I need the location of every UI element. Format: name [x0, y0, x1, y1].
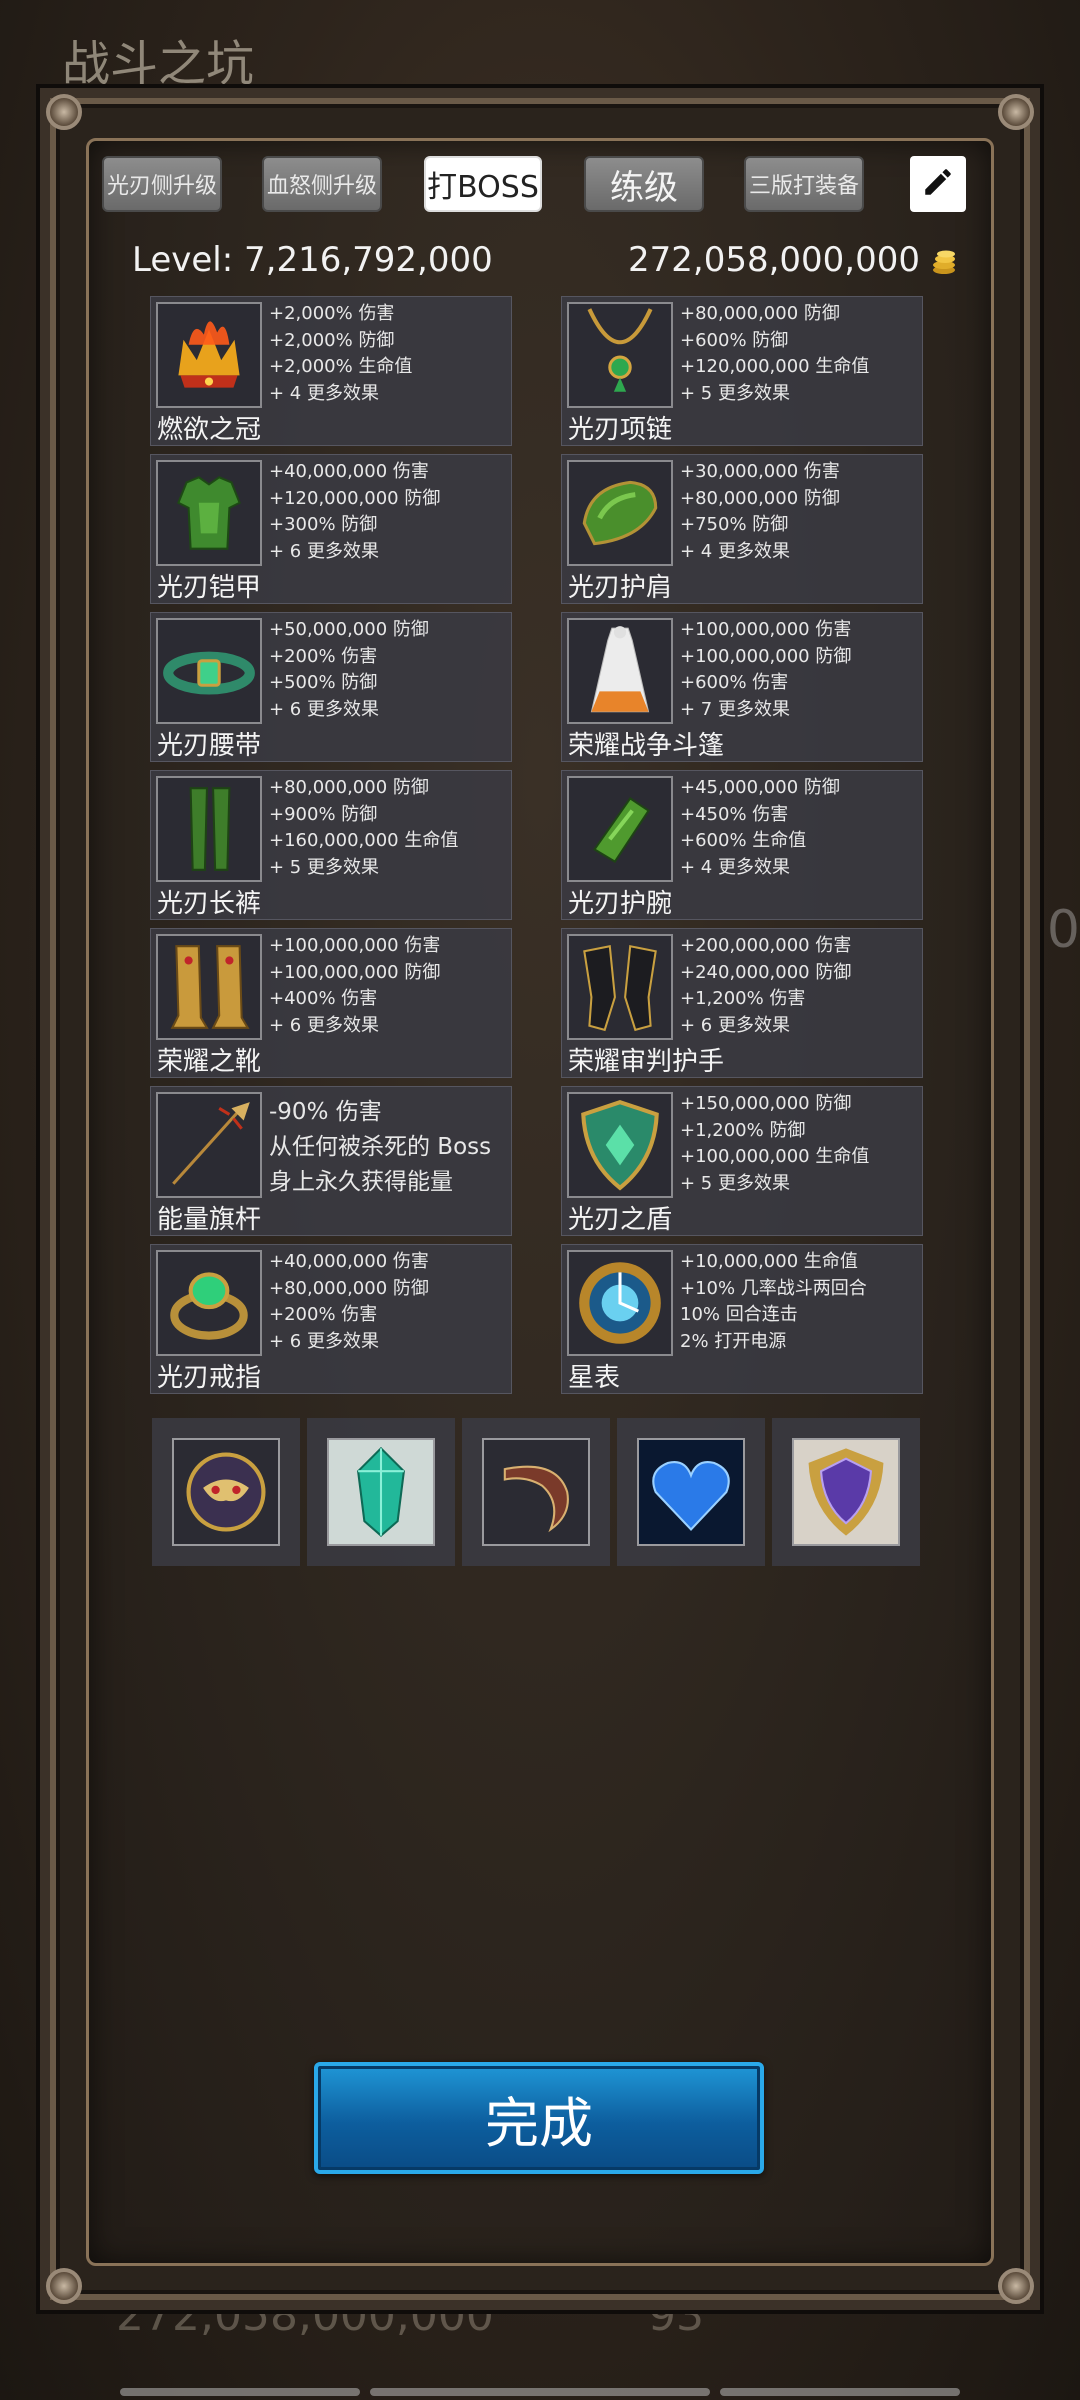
equipment-slot[interactable]: +100,000,000 伤害 +100,000,000 防御 +400% 伤害 +…: [150, 928, 512, 1078]
star-watch-icon: [567, 1250, 673, 1356]
item-stats: +30,000,000 伤害 +80,000,000 防御 +750% 防御 + 4…: [680, 461, 840, 562]
equipment-slot[interactable]: +2,000% 伤害 +2,000% 防御 +2,000% 生命值 + 4 更多效果…: [150, 296, 512, 446]
tab-blade-side-upgrade[interactable]: 光刃侧升级: [102, 156, 222, 212]
equipment-slot[interactable]: +100,000,000 伤害 +100,000,000 防御 +600% 伤害 +…: [561, 612, 923, 762]
equipment-slot[interactable]: +45,000,000 防御 +450% 伤害 +600% 生命值 + 4 更多效果…: [561, 770, 923, 920]
accessory-slot[interactable]: [617, 1418, 765, 1566]
accessory-slot[interactable]: [152, 1418, 300, 1566]
horn-icon: [482, 1438, 590, 1546]
background-title: 战斗之坑: [62, 36, 255, 92]
green-pauldron-icon: [567, 460, 673, 566]
equipment-slot[interactable]: +10,000,000 生命值 +10% 几率战斗两回合 10% 回合连击 2% 打…: [561, 1244, 923, 1394]
item-stats: +10,000,000 生命值 +10% 几率战斗两回合 10% 回合连击 2% 打…: [680, 1251, 867, 1352]
scroll-indicator: [370, 2388, 710, 2396]
tab-leveling[interactable]: 练级: [584, 156, 704, 212]
emerald-shield-icon: [567, 1092, 673, 1198]
green-armor-icon: [156, 460, 262, 566]
item-name: 光刃长裤: [157, 889, 262, 919]
purple-gem-shield-icon: [792, 1438, 900, 1546]
emerald-belt-icon: [156, 618, 262, 724]
tab-rage-side-upgrade[interactable]: 血怒侧升级: [262, 156, 382, 212]
item-stats: +45,000,000 防御 +450% 伤害 +600% 生命值 + 4 更多效果: [680, 777, 840, 878]
item-name: 光刃之盾: [568, 1205, 673, 1235]
item-name: 燃欲之冠: [157, 415, 262, 445]
gold-amount: 272,058,000,000: [627, 240, 920, 280]
item-name: 能量旗杆: [157, 1205, 262, 1235]
item-name: 星表: [568, 1363, 621, 1393]
mask-medallion-icon: [172, 1438, 280, 1546]
item-stats: +80,000,000 防御 +900% 防御 +160,000,000 生命值 +…: [269, 777, 459, 878]
equipment-slot[interactable]: +200,000,000 伤害 +240,000,000 防御 +1,200% 伤…: [561, 928, 923, 1078]
accessory-slot[interactable]: [462, 1418, 610, 1566]
item-stats: -90% 伤害 从任何被杀死的 Boss 身上永久获得能量: [269, 1099, 492, 1195]
item-name: 光刃铠甲: [157, 573, 262, 603]
item-name: 光刃护腕: [568, 889, 673, 919]
player-level: Level: 7,216,792,000: [132, 240, 493, 280]
item-stats: +100,000,000 伤害 +100,000,000 防御 +400% 伤害 +…: [269, 935, 441, 1036]
item-stats: +100,000,000 伤害 +100,000,000 防御 +600% 伤害 +…: [680, 619, 852, 720]
tab-fight-boss[interactable]: 打BOSS: [424, 156, 542, 212]
spear-flagpole-icon: [156, 1092, 262, 1198]
item-stats: +150,000,000 防御 +1,200% 防御 +100,000,000 生…: [680, 1093, 870, 1194]
flame-crown-icon: [156, 302, 262, 408]
pencil-icon: [921, 165, 955, 203]
frame-corner-ornament: [46, 2268, 82, 2304]
item-stats: +40,000,000 伤害 +80,000,000 防御 +200% 伤害 + 6…: [269, 1251, 429, 1352]
item-name: 荣耀战争斗篷: [568, 731, 725, 761]
emerald-ring-icon: [156, 1250, 262, 1356]
equipment-slot[interactable]: +30,000,000 伤害 +80,000,000 防御 +750% 防御 + 4…: [561, 454, 923, 604]
item-name: 光刃戒指: [157, 1363, 262, 1393]
gold-coins-icon: [930, 248, 958, 276]
tab-farm-gear[interactable]: 三版打装备: [744, 156, 864, 212]
equipment-slot[interactable]: +40,000,000 伤害 +80,000,000 防御 +200% 伤害 + 6…: [150, 1244, 512, 1394]
item-stats: +2,000% 伤害 +2,000% 防御 +2,000% 生命值 + 4 更多效果: [269, 303, 413, 404]
frame-corner-ornament: [998, 94, 1034, 130]
item-stats: +80,000,000 防御 +600% 防御 +120,000,000 生命值 +…: [680, 303, 870, 404]
frame-corner-ornament: [46, 94, 82, 130]
scroll-indicator: [120, 2388, 360, 2396]
equipment-slot[interactable]: +80,000,000 防御 +600% 防御 +120,000,000 生命值 +…: [561, 296, 923, 446]
scroll-indicator: [720, 2388, 960, 2396]
golden-boots-icon: [156, 934, 262, 1040]
item-stats: +40,000,000 伤害 +120,000,000 防御 +300% 防御 + …: [269, 461, 441, 562]
emerald-necklace-icon: [567, 302, 673, 408]
teal-crystal-icon: [327, 1438, 435, 1546]
equipment-slot[interactable]: +40,000,000 伤害 +120,000,000 防御 +300% 防御 + …: [150, 454, 512, 604]
equipment-slot[interactable]: +150,000,000 防御 +1,200% 防御 +100,000,000 生…: [561, 1086, 923, 1236]
blue-heart-gem-icon: [637, 1438, 745, 1546]
equipment-slot[interactable]: +50,000,000 防御 +200% 伤害 +500% 防御 + 6 更多效果 …: [150, 612, 512, 762]
item-stats: +200,000,000 伤害 +240,000,000 防御 +1,200% 伤…: [680, 935, 852, 1036]
equipment-slot[interactable]: -90% 伤害 从任何被杀死的 Boss 身上永久获得能量 能量旗杆: [150, 1086, 512, 1236]
white-cloak-icon: [567, 618, 673, 724]
item-name: 光刃护肩: [568, 573, 673, 603]
item-name: 光刃腰带: [157, 731, 262, 761]
item-name: 荣耀审判护手: [568, 1047, 725, 1077]
accessory-slot[interactable]: [772, 1418, 920, 1566]
edit-button[interactable]: [910, 156, 966, 212]
dark-gauntlets-icon: [567, 934, 673, 1040]
equipment-slot[interactable]: +80,000,000 防御 +900% 防御 +160,000,000 生命值 +…: [150, 770, 512, 920]
done-button[interactable]: 完成: [314, 2062, 764, 2174]
green-greaves-icon: [156, 776, 262, 882]
frame-corner-ornament: [998, 2268, 1034, 2304]
item-name: 光刃项链: [568, 415, 673, 445]
accessory-slot[interactable]: [307, 1418, 455, 1566]
item-stats: +50,000,000 防御 +200% 伤害 +500% 防御 + 6 更多效果: [269, 619, 429, 720]
green-bracer-icon: [567, 776, 673, 882]
item-name: 荣耀之靴: [157, 1047, 262, 1077]
